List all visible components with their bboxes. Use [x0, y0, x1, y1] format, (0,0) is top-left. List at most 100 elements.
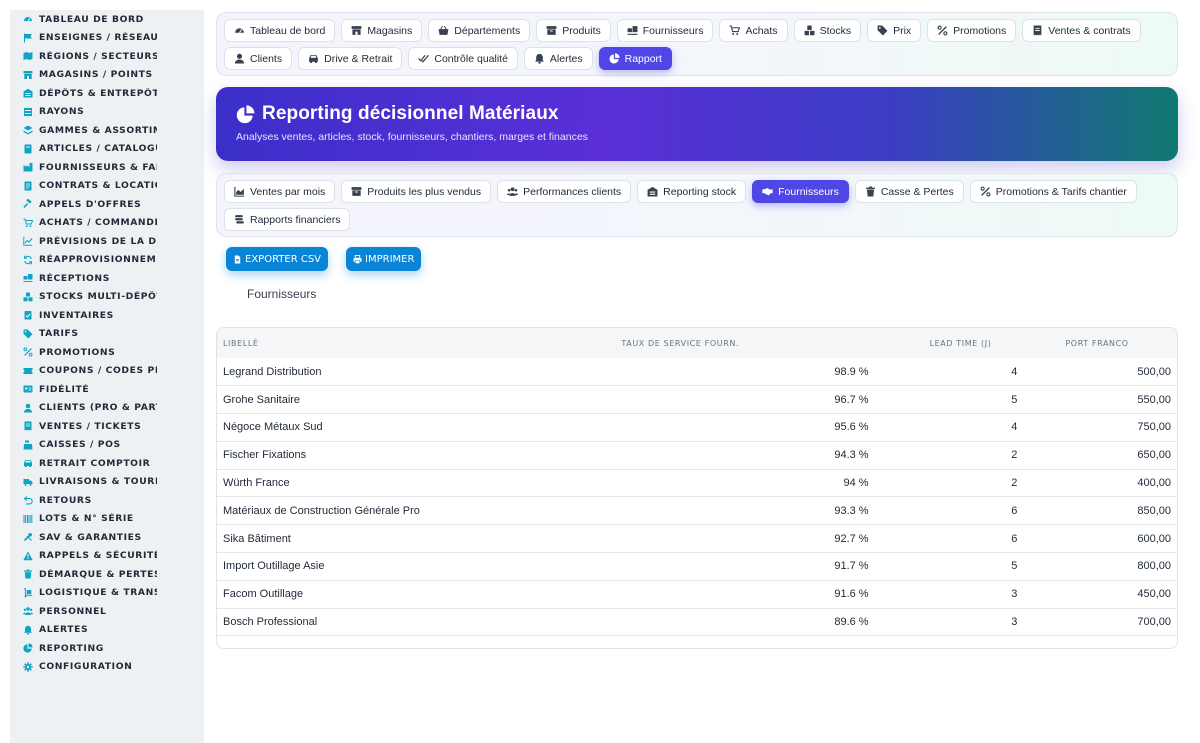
- table-row[interactable]: Facom Outillage 91.6 % 3 450,00: [217, 580, 1177, 609]
- flag-icon: [23, 33, 33, 43]
- sidebar-item-regions-secteurs[interactable]: RÉGIONS / SECTEURS: [10, 47, 204, 66]
- sidebar-item-reporting[interactable]: REPORTING: [10, 639, 204, 658]
- sidebar-item-label: FOURNISSEURS & FABRICANTS: [39, 161, 157, 173]
- nav-tab-ventes-contrats[interactable]: Ventes & contrats: [1022, 19, 1141, 42]
- sidebar-item-caisses-pos[interactable]: CAISSES / POS: [10, 436, 204, 455]
- sidebar-item-articles-catalogue[interactable]: ARTICLES / CATALOGUE: [10, 140, 204, 159]
- nav-tab-produits[interactable]: Produits: [536, 19, 611, 42]
- receipt-icon: [23, 421, 33, 431]
- sidebar-item-label: MAGASINS / POINTS DE VENTE: [39, 69, 157, 81]
- report-tab-produits-les-plus-vendus[interactable]: Produits les plus vendus: [341, 180, 492, 203]
- nav-tab-stocks[interactable]: Stocks: [793, 19, 862, 42]
- cell-libelle: Facom Outillage: [223, 588, 304, 601]
- sidebar-item-personnel[interactable]: PERSONNEL: [10, 602, 204, 621]
- sidebar-item-reapprovisionnement[interactable]: RÉAPPROVISIONNEMENT: [10, 251, 204, 270]
- sidebar-item-achats-commandes-fournisseurs[interactable]: ACHATS / COMMANDES FOURNISSEURS: [10, 214, 204, 233]
- cell-taux-service: 96.7 %: [834, 393, 869, 406]
- sidebar-item-enseignes-reseau[interactable]: ENSEIGNES / RÉSEAU: [10, 29, 204, 48]
- report-tab-rapports-financiers[interactable]: Rapports financiers: [224, 208, 351, 231]
- sidebar-item-livraisons-tournees[interactable]: LIVRAISONS & TOURNÉES: [10, 473, 204, 492]
- sidebar-item-configuration[interactable]: CONFIGURATION: [10, 658, 204, 677]
- sidebar-item-magasins-points-de-vente[interactable]: MAGASINS / POINTS DE VENTE: [10, 66, 204, 85]
- report-tab-promotions-tarifs-chantier[interactable]: Promotions & Tarifs chantier: [969, 180, 1137, 203]
- sidebar-item-retours[interactable]: RETOURS: [10, 491, 204, 510]
- sidebar-item-fidelite[interactable]: FIDÉLITÉ: [10, 380, 204, 399]
- sidebar-item-promotions[interactable]: PROMOTIONS: [10, 343, 204, 362]
- sidebar-item-sav-garanties[interactable]: SAV & GARANTIES: [10, 528, 204, 547]
- column-header-libelle[interactable]: LIBELLÉ: [217, 328, 615, 358]
- table-row[interactable]: Fischer Fixations 94.3 % 2 650,00: [217, 441, 1177, 470]
- nav-tab-tableau-de-bord[interactable]: Tableau de bord: [224, 19, 336, 42]
- table-row[interactable]: Import Outillage Asie 91.7 % 5 800,00: [217, 553, 1177, 581]
- book-icon: [23, 144, 33, 154]
- cell-taux-service: 91.6 %: [834, 588, 869, 601]
- report-tab-casse-pertes[interactable]: Casse & Pertes: [854, 180, 964, 203]
- print-button[interactable]: IMPRIMER: [346, 247, 422, 271]
- sidebar-item-tarifs[interactable]: TARIFS: [10, 325, 204, 344]
- sidebar-item-clients-pro-particuliers[interactable]: CLIENTS (PRO & PARTICULIERS): [10, 399, 204, 418]
- sidebar-item-alertes[interactable]: ALERTES: [10, 621, 204, 640]
- nav-tab-clients[interactable]: Clients: [224, 47, 293, 70]
- sidebar-item-label: TABLEAU DE BORD: [39, 13, 144, 25]
- nav-tab-rapport[interactable]: Rapport: [598, 47, 672, 70]
- nav-tab-fournisseurs[interactable]: Fournisseurs: [616, 19, 714, 42]
- nav-tab-promotions[interactable]: Promotions: [927, 19, 1017, 42]
- sidebar-item-demarque-pertes[interactable]: DÉMARQUE & PERTES: [10, 565, 204, 584]
- store-icon: [351, 25, 362, 36]
- report-tab-reporting-stock[interactable]: Reporting stock: [637, 180, 747, 203]
- table-row[interactable]: Würth France 94 % 2 400,00: [217, 469, 1177, 497]
- cell-libelle: Bosch Professional: [223, 616, 318, 629]
- report-tab-performances-clients[interactable]: Performances clients: [497, 180, 632, 203]
- sidebar-item-depots-entrepots[interactable]: DÉPÔTS & ENTREPÔTS: [10, 84, 204, 103]
- sidebar-item-previsions-de-la-demande[interactable]: PRÉVISIONS DE LA DEMANDE: [10, 232, 204, 251]
- table-row[interactable]: Négoce Métaux Sud 95.6 % 4 750,00: [217, 414, 1177, 442]
- nav-tab-prix[interactable]: Prix: [867, 19, 922, 42]
- column-header-lead-time[interactable]: LEAD TIME (J): [875, 328, 1024, 358]
- cell-lead-time: 4: [1011, 365, 1018, 378]
- sidebar-item-logistique-transport[interactable]: LOGISTIQUE & TRANSPORT: [10, 584, 204, 603]
- sidebar-item-label: ENSEIGNES / RÉSEAU: [39, 32, 157, 44]
- column-header-taux-service[interactable]: TAUX DE SERVICE FOURN.: [615, 328, 874, 358]
- nav-tab-label: Achats: [745, 24, 778, 37]
- nav-tab-departements[interactable]: Départements: [428, 19, 531, 42]
- gauge-icon: [23, 14, 33, 24]
- coins-icon: [234, 214, 245, 225]
- sidebar-item-contrats-location[interactable]: CONTRATS & LOCATION: [10, 177, 204, 196]
- gauge-icon: [234, 25, 245, 36]
- sidebar-item-inventaires[interactable]: INVENTAIRES: [10, 306, 204, 325]
- sync-icon: [23, 255, 33, 265]
- nav-tab-label: Produits: [562, 24, 601, 37]
- sidebar-item-label: RETOURS: [39, 494, 92, 506]
- nav-tab-alertes[interactable]: Alertes: [523, 47, 593, 70]
- sidebar-item-coupons-codes-promo[interactable]: COUPONS / CODES PROMO: [10, 362, 204, 381]
- column-header-port-franco[interactable]: PORT FRANCO: [1023, 328, 1177, 358]
- export-csv-button[interactable]: EXPORTER CSV: [226, 247, 329, 271]
- nav-tab-label: Drive & Retrait: [324, 52, 393, 65]
- nav-tab-drive-retrait[interactable]: Drive & Retrait: [298, 47, 403, 70]
- report-tab-fournisseurs[interactable]: Fournisseurs: [752, 180, 849, 203]
- nav-tab-achats[interactable]: Achats: [719, 19, 788, 42]
- cell-taux-service: 94.3 %: [834, 449, 869, 462]
- sidebar-item-rayons[interactable]: RAYONS: [10, 103, 204, 122]
- sidebar-item-label: ACHATS / COMMANDES FOURNISSEURS: [39, 217, 157, 229]
- table-row[interactable]: Legrand Distribution 98.9 % 4 500,00: [217, 358, 1177, 386]
- table-row[interactable]: Matériaux de Construction Générale Pro 93…: [217, 497, 1177, 525]
- sidebar-item-retrait-comptoir[interactable]: RETRAIT COMPTOIR: [10, 454, 204, 473]
- sidebar-item-lots-n-serie[interactable]: LOTS & N° SÉRIE: [10, 510, 204, 529]
- nav-tab-controle-qualite[interactable]: Contrôle qualité: [408, 47, 518, 70]
- report-tab-ventes-par-mois[interactable]: Ventes par mois: [224, 180, 336, 203]
- table-row[interactable]: Grohe Sanitaire 96.7 % 5 550,00: [217, 386, 1177, 414]
- sidebar-item-stocks-multi-depots[interactable]: STOCKS MULTI-DÉPÔTS: [10, 288, 204, 307]
- sidebar-item-appels-d-offres[interactable]: APPELS D'OFFRES: [10, 195, 204, 214]
- table-row[interactable]: Bosch Professional 89.6 % 3 700,00: [217, 608, 1177, 636]
- sidebar-item-rappels-securite[interactable]: RAPPELS & SÉCURITÉ: [10, 547, 204, 566]
- check-double-icon: [418, 53, 430, 64]
- boxes-icon: [804, 25, 815, 36]
- sidebar-item-ventes-tickets[interactable]: VENTES / TICKETS: [10, 417, 204, 436]
- sidebar-item-gammes-assortiments[interactable]: GAMMES & ASSORTIMENTS: [10, 121, 204, 140]
- nav-tab-magasins[interactable]: Magasins: [341, 19, 423, 42]
- sidebar-item-fournisseurs-fabricants[interactable]: FOURNISSEURS & FABRICANTS: [10, 158, 204, 177]
- sidebar-item-tableau-de-bord[interactable]: TABLEAU DE BORD: [10, 10, 204, 29]
- table-row[interactable]: Sika Bâtiment 92.7 % 6 600,00: [217, 525, 1177, 553]
- sidebar-item-receptions[interactable]: RÉCEPTIONS: [10, 269, 204, 288]
